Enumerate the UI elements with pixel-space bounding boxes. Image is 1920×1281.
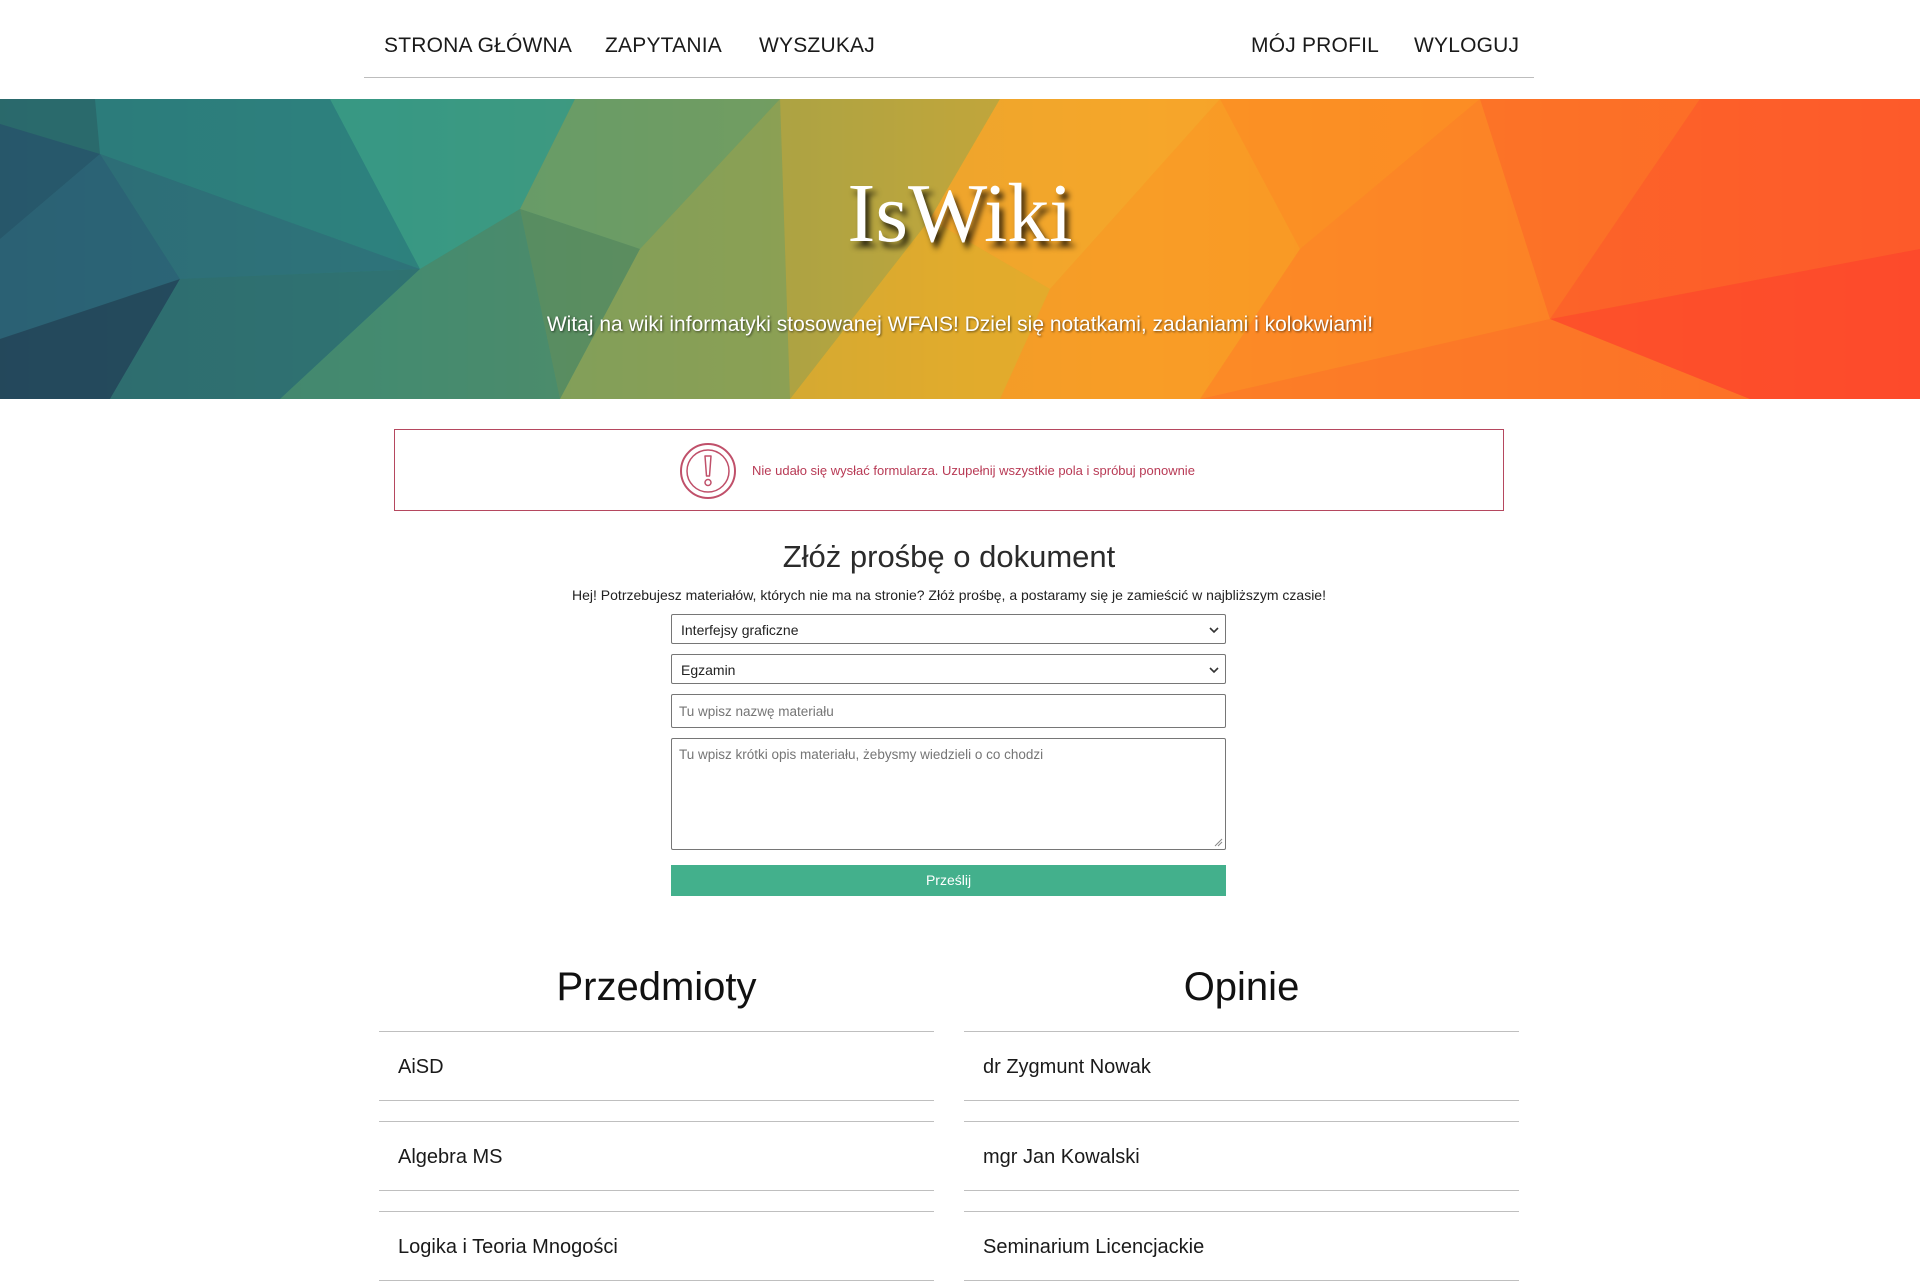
material-name-input[interactable]: Tu wpisz nazwę materiału — [671, 694, 1226, 728]
nav-search-link[interactable]: WYSZUKAJ — [759, 34, 875, 58]
top-navigation: STRONA GŁÓWNA ZAPYTANIA WYSZUKAJ MÓJ PRO… — [364, 0, 1534, 78]
chevron-down-icon — [1209, 627, 1219, 634]
subject-select[interactable]: Interfejsy graficzne — [671, 614, 1226, 644]
opinion-item[interactable]: mgr Jan Kowalski — [964, 1121, 1519, 1191]
subjects-title: Przedmioty — [556, 965, 757, 1009]
form-description: Hej! Potrzebujesz materiałów, których ni… — [572, 587, 1326, 603]
opinion-item-label: dr Zygmunt Nowak — [983, 1056, 1151, 1078]
subject-item[interactable]: AiSD — [379, 1031, 934, 1101]
submit-button[interactable]: Prześlij — [671, 865, 1226, 896]
opinions-title: Opinie — [1183, 965, 1300, 1009]
material-name-placeholder: Tu wpisz nazwę materiału — [679, 704, 834, 719]
subject-item-label: Algebra MS — [398, 1146, 503, 1168]
nav-queries-link[interactable]: ZAPYTANIA — [605, 34, 722, 58]
resize-grip-icon[interactable] — [1213, 837, 1223, 847]
material-type-select-value: Egzamin — [681, 662, 736, 678]
alert-message: Nie udało się wysłać formularza. Uzupełn… — [752, 463, 1195, 478]
site-title: IsWiki — [847, 167, 1073, 260]
nav-profile-link[interactable]: MÓJ PROFIL — [1251, 34, 1379, 58]
material-type-select[interactable]: Egzamin — [671, 654, 1226, 684]
error-alert: Nie udało się wysłać formularza. Uzupełn… — [394, 429, 1504, 511]
exclamation-circle-icon — [680, 443, 736, 499]
subject-item-label: Logika i Teoria Mnogości — [398, 1236, 618, 1258]
subject-item-label: AiSD — [398, 1056, 444, 1078]
opinion-item-label: mgr Jan Kowalski — [983, 1146, 1140, 1168]
material-description-placeholder: Tu wpisz krótki opis materiału, żebysmy … — [679, 747, 1044, 762]
form-title: Złóż prośbę o dokument — [782, 539, 1116, 574]
material-description-textarea[interactable]: Tu wpisz krótki opis materiału, żebysmy … — [671, 738, 1226, 850]
subject-select-value: Interfejsy graficzne — [681, 622, 799, 638]
opinion-item[interactable]: Seminarium Licencjackie — [964, 1211, 1519, 1281]
nav-logout-link[interactable]: WYLOGUJ — [1414, 34, 1519, 58]
nav-home-link[interactable]: STRONA GŁÓWNA — [384, 34, 572, 58]
hero-banner: IsWiki Witaj na wiki informatyki stosowa… — [0, 99, 1920, 399]
subject-item[interactable]: Algebra MS — [379, 1121, 934, 1191]
opinion-item[interactable]: dr Zygmunt Nowak — [964, 1031, 1519, 1101]
subject-item[interactable]: Logika i Teoria Mnogości — [379, 1211, 934, 1281]
chevron-down-icon — [1209, 667, 1219, 674]
opinion-item-label: Seminarium Licencjackie — [983, 1236, 1205, 1258]
site-subtitle: Witaj na wiki informatyki stosowanej WFA… — [546, 313, 1374, 336]
